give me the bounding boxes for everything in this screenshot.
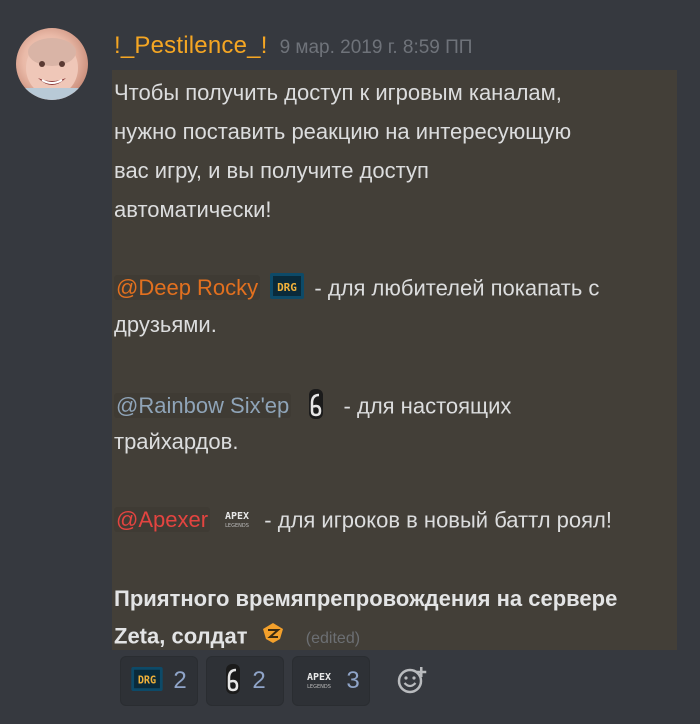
reaction-count: 2	[252, 667, 266, 694]
reaction-drg[interactable]: DRG 2	[120, 656, 198, 706]
message-line: автоматически!	[114, 197, 272, 222]
svg-text:LEGENDS: LEGENDS	[307, 684, 331, 690]
role-mention-deep-rocky[interactable]: @Deep Rocky	[114, 275, 261, 301]
svg-text:APEX: APEX	[307, 672, 331, 683]
reaction-count: 2	[173, 667, 187, 694]
role-description: - для настоящих	[343, 393, 512, 419]
reaction-rainbow-six[interactable]: 2	[206, 656, 284, 706]
role-mention-apexer[interactable]: @Apexer	[114, 507, 211, 533]
add-reaction-icon	[396, 664, 428, 701]
message-line: нужно поставить реакцию на интересующую	[114, 119, 572, 144]
reactions-bar: DRG 2 2 APEX LEGENDS 3	[120, 656, 432, 706]
rainbow-six-emoji-icon	[224, 663, 242, 699]
closing-line: Приятного времяпрепровождения на сервере	[114, 586, 618, 611]
avatar[interactable]	[16, 28, 88, 100]
reaction-apex[interactable]: APEX LEGENDS 3	[292, 656, 370, 706]
message-line: Чтобы получить доступ к игровым каналам,	[114, 80, 562, 105]
reaction-count: 3	[346, 667, 360, 694]
add-reaction-button[interactable]	[392, 662, 432, 702]
apex-emoji-icon: APEX LEGENDS	[220, 506, 254, 537]
drg-emoji-icon: DRG	[131, 666, 164, 696]
role-description: - для игроков в новый баттл роял!	[264, 507, 613, 533]
edited-label: (edited)	[305, 630, 361, 648]
apex-emoji-icon: APEX LEGENDS	[302, 667, 336, 696]
svg-text:DRG: DRG	[277, 281, 297, 294]
message-header: !_Pestilence_! 9 мар. 2019 г. 8:59 ПП	[114, 32, 472, 68]
role-line-apexer: @Apexer APEX LEGENDS - для игроков в нов…	[114, 506, 612, 537]
message-line: вас игру, и вы получите доступ	[114, 158, 429, 183]
role-mention-rainbow-six[interactable]: @Rainbow Six'ep	[114, 393, 292, 419]
username[interactable]: !_Pestilence_!	[114, 32, 268, 60]
role-line-deep-rocky: @Deep Rocky DRG - для любителей покапать…	[114, 273, 599, 306]
role-line-continuation: трайхардов.	[114, 429, 239, 454]
svg-text:LEGENDS: LEGENDS	[225, 523, 249, 529]
role-line-continuation: друзьями.	[114, 312, 217, 337]
rainbow-six-emoji-icon	[307, 389, 325, 426]
svg-text:DRG: DRG	[138, 675, 156, 686]
zeta-emoji-icon	[260, 621, 286, 654]
closing-line-2: Zeta, солдат (edited)	[114, 621, 360, 654]
role-description: - для любителей покапать с	[314, 275, 600, 301]
role-line-rainbow-six: @Rainbow Six'ep - для настоящих	[114, 389, 511, 426]
drg-emoji-icon: DRG	[270, 273, 305, 306]
timestamp: 9 мар. 2019 г. 8:59 ПП	[279, 37, 473, 58]
closing-text: Zeta, солдат	[114, 623, 248, 649]
svg-text:APEX: APEX	[225, 511, 249, 522]
